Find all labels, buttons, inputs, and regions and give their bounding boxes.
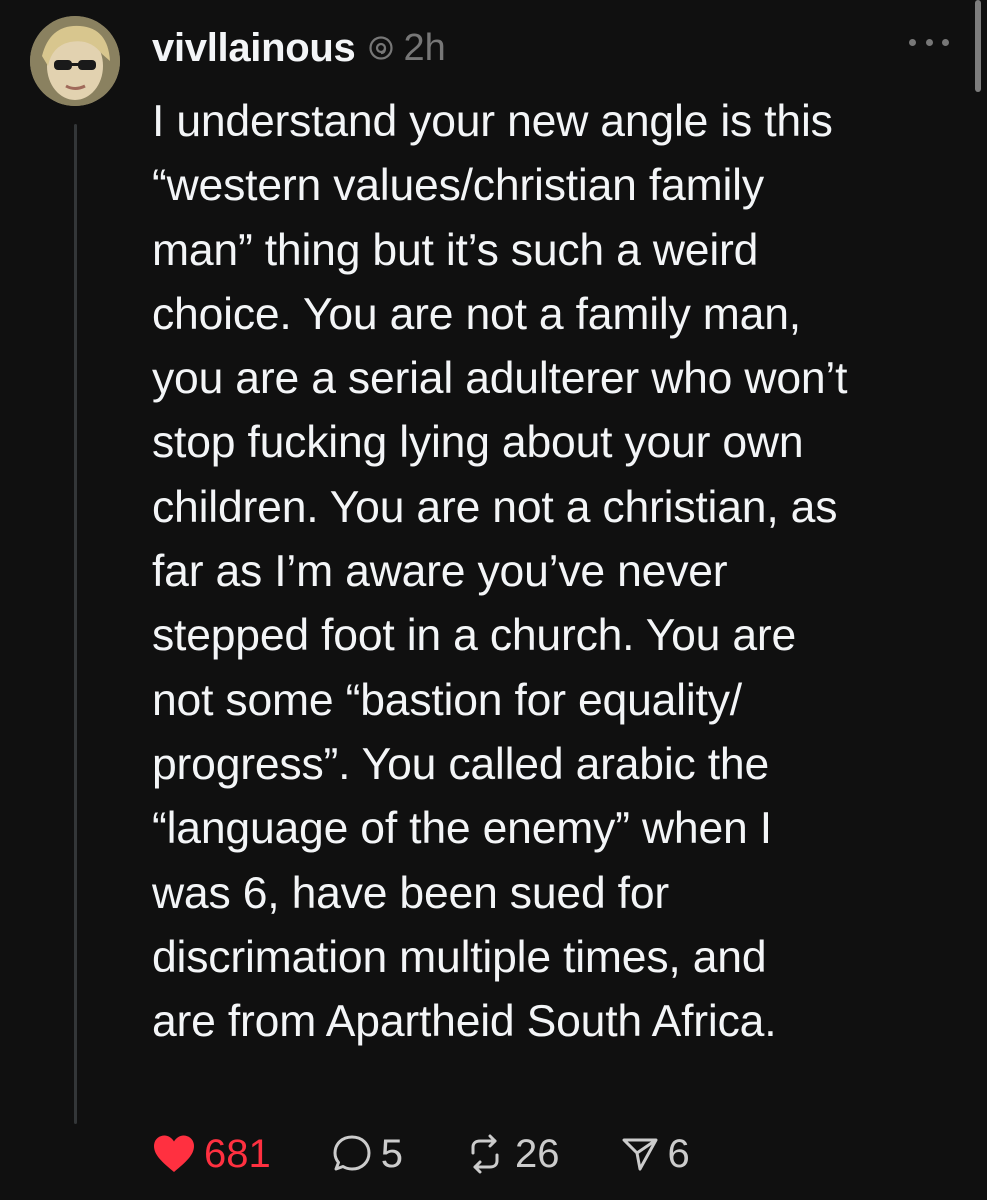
heart-icon [154,1135,194,1172]
share-count: 6 [667,1131,690,1176]
username[interactable]: vivllainous [152,26,356,71]
avatar[interactable] [30,16,120,106]
send-icon [622,1138,657,1171]
like-count: 681 [204,1131,271,1176]
reply-button[interactable]: 5 [331,1132,403,1177]
reply-count: 5 [380,1131,403,1176]
repost-icon [471,1134,499,1174]
post-actions: 681 5 26 6 [152,1126,750,1182]
threads-badge-icon [367,34,395,62]
share-button[interactable]: 6 [620,1132,690,1177]
repost-button[interactable]: 26 [463,1132,560,1177]
post-header: vivllainous 2h [152,18,446,78]
more-dots-icon [909,38,916,46]
avatar-image [30,16,120,106]
post-body-text: I understand your new angle is this “wes… [152,97,848,1047]
repost-count: 26 [515,1131,560,1176]
post-timestamp: 2h [403,26,446,69]
thread-line [74,124,77,1124]
more-options-button[interactable] [909,30,949,54]
like-button[interactable]: 681 [152,1132,271,1177]
speech-bubble-icon [333,1135,371,1171]
scrollbar[interactable] [975,0,981,92]
